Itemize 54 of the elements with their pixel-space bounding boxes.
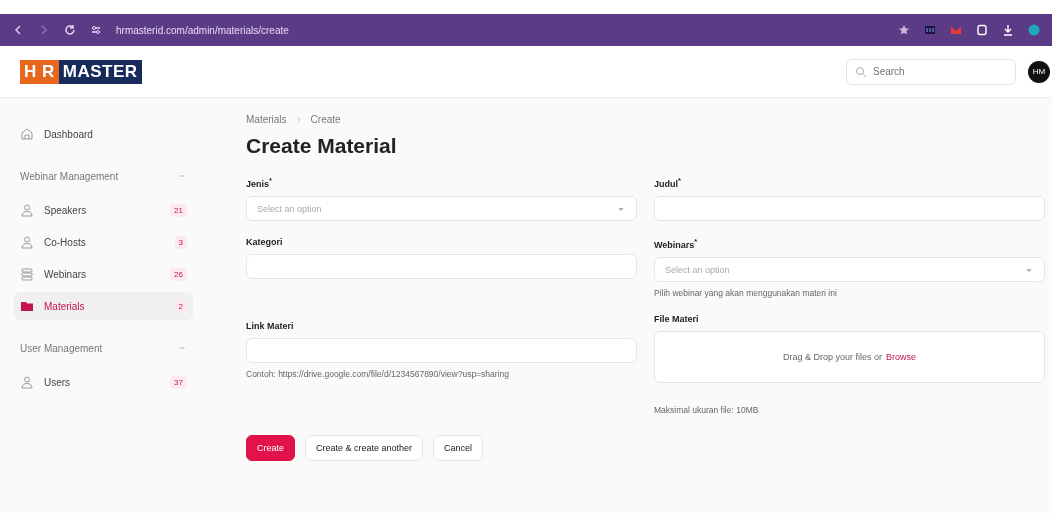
field-label: Kategori [246, 237, 284, 247]
sidebar-item[interactable]: Dashboard [14, 120, 193, 148]
count-badge: 3 [174, 235, 187, 249]
search-field[interactable]: Search [846, 58, 1016, 85]
chevron-icon [294, 114, 303, 126]
sidebar-item[interactable]: Materials 2 [14, 292, 193, 320]
group-heading: User Management [20, 342, 103, 354]
download-icon[interactable] [1002, 24, 1014, 36]
sidebar-item[interactable]: Co-Hosts 3 [14, 228, 193, 256]
logo-text: H R [20, 59, 59, 84]
page-title: Create Material [246, 134, 398, 158]
field-label: Jenis$^{*}$ [246, 176, 273, 189]
input-field[interactable] [654, 196, 1045, 221]
browse-link[interactable]: Browse [886, 352, 917, 362]
breadcrumb-link[interactable]: Create [310, 114, 341, 126]
reload-icon[interactable] [64, 24, 76, 36]
hint-text: Maksimal ukuran file: 10MB [654, 405, 760, 415]
avatar[interactable]: HM [1028, 60, 1050, 83]
forward-icon[interactable] [38, 24, 50, 36]
action-button[interactable]: Cancel [433, 435, 484, 461]
input-field[interactable] [246, 254, 637, 279]
group-heading: Webinar Management [20, 170, 119, 182]
input-field[interactable] [246, 338, 637, 363]
site-info-icon[interactable] [90, 24, 102, 36]
count-badge: 2 [174, 299, 187, 313]
hint-text: Contoh: https://drive.google.com/file/d/1234567890/view?usp=sharing [246, 369, 510, 379]
sidebar-item[interactable]: Webinars 26 [14, 260, 193, 288]
count-badge: 21 [170, 203, 187, 217]
user-icon [20, 375, 34, 389]
field-label: Link Materi [246, 321, 295, 331]
profile-icon[interactable] [1028, 24, 1040, 36]
action-button[interactable]: Create [246, 435, 295, 461]
extension-icon[interactable] [976, 24, 988, 36]
field-label: Judul$^{*}$ [654, 176, 682, 189]
drop-zone[interactable]: Drag & Drop your files or Browse [654, 331, 1045, 383]
sidebar-item[interactable]: Users 37 [14, 368, 193, 396]
field-label: Webinars$^{*}$ [654, 237, 699, 250]
logo-text: MASTER [58, 59, 142, 84]
count-badge: 26 [170, 267, 187, 281]
action-button[interactable]: Create & create another [305, 435, 424, 461]
stack-icon [20, 267, 34, 281]
sidebar-item[interactable]: Speakers 21 [14, 196, 193, 224]
search-icon [855, 65, 867, 78]
user-icon [20, 235, 34, 249]
star-icon[interactable] [898, 24, 910, 36]
hint-text: Pilih webinar yang akan menggunakan materi ini [654, 288, 838, 298]
field-label: File Materi [654, 314, 700, 324]
breadcrumb-link[interactable]: Materials [246, 114, 287, 126]
home-icon [20, 127, 34, 141]
drop-text: Drag & Drop your files or [782, 352, 882, 362]
user-icon [20, 203, 34, 217]
folder-icon [20, 299, 34, 313]
count-badge: 37 [170, 375, 187, 389]
back-icon[interactable] [12, 24, 24, 36]
